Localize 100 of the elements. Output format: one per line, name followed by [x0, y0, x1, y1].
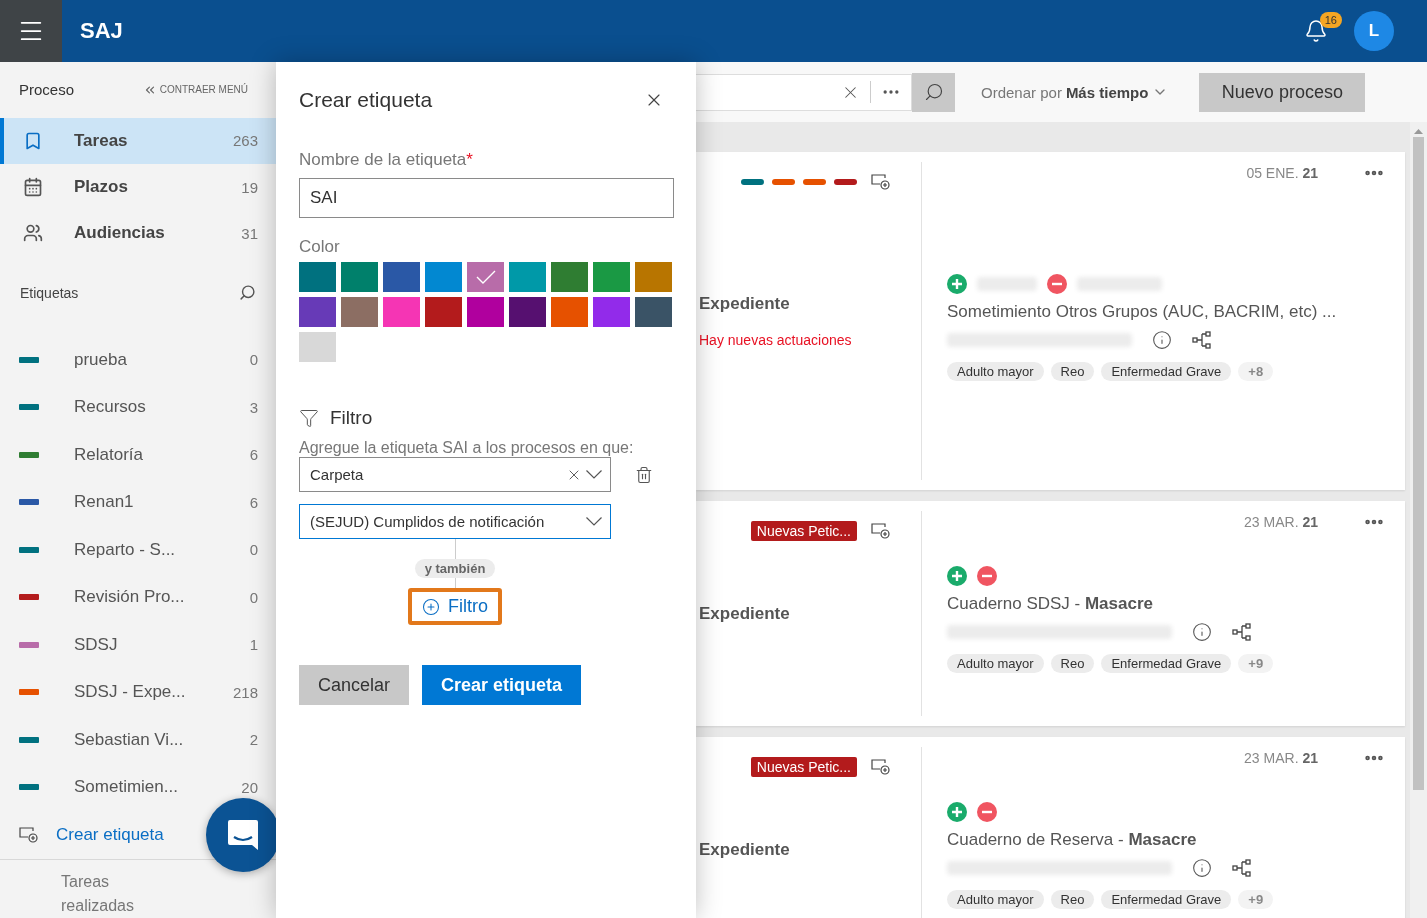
tag-add-icon[interactable] [871, 759, 891, 775]
create-label-link[interactable]: Crear etiqueta [0, 811, 164, 859]
tag-add-icon[interactable] [871, 523, 891, 539]
color-swatch[interactable] [551, 297, 588, 327]
trash-icon[interactable] [635, 465, 653, 484]
color-swatch[interactable] [509, 262, 546, 292]
label-name: prueba [74, 349, 128, 370]
nav-item[interactable]: Plazos 19 [0, 164, 276, 211]
color-swatch[interactable] [299, 332, 336, 362]
label-count: 1 [249, 636, 258, 654]
add-party-icon[interactable] [947, 273, 967, 294]
nav-count: 31 [241, 224, 258, 242]
add-filter-button[interactable]: Filtro [408, 588, 502, 625]
card-date: 23 MAR. 21 [1244, 750, 1318, 766]
cancel-button[interactable]: Cancelar [299, 665, 410, 705]
label-item[interactable]: Relatoría 6 [0, 431, 276, 479]
info-icon[interactable] [1192, 622, 1212, 642]
notification-badge: 16 [1319, 12, 1342, 28]
card-heading: Expediente [699, 839, 791, 860]
color-swatch[interactable] [299, 262, 336, 292]
label-count: 0 [249, 351, 258, 369]
tree-icon[interactable] [1192, 329, 1212, 350]
tag-add-icon[interactable] [871, 174, 891, 190]
filter-dropdown[interactable]: Carpeta [299, 457, 611, 492]
card-date: 23 MAR. 21 [1244, 514, 1318, 530]
remove-party-icon[interactable] [977, 566, 997, 586]
plus-circle-icon [422, 597, 440, 616]
chevron-down-icon [586, 517, 602, 526]
color-swatch[interactable] [551, 262, 588, 292]
label-item[interactable]: SDSJ 1 [0, 621, 276, 669]
label-count: 20 [241, 778, 258, 796]
label-count: 3 [249, 398, 258, 416]
color-swatch[interactable] [425, 262, 462, 292]
color-swatch[interactable] [593, 297, 630, 327]
tag-chip: Adulto mayor [947, 361, 1044, 381]
color-swatch[interactable] [635, 262, 672, 292]
tag-add-icon[interactable] [19, 827, 39, 843]
and-also-chip: y también [414, 559, 496, 578]
info-icon[interactable] [1152, 329, 1172, 350]
remove-party-icon[interactable] [977, 802, 997, 822]
search-icon[interactable] [239, 284, 256, 302]
color-swatch[interactable] [593, 262, 630, 292]
label-item[interactable]: Recursos 3 [0, 383, 276, 431]
search-field[interactable] [696, 73, 912, 111]
create-label-button[interactable]: Crear etiqueta [422, 665, 582, 705]
label-item[interactable]: SDSJ - Expe... 218 [0, 668, 276, 716]
tag-chip: Enfermedad Grave [1101, 361, 1232, 381]
label-name: Sebastian Vi... [74, 729, 185, 750]
tag-chip: Reo [1050, 361, 1095, 381]
label-count: 2 [249, 731, 258, 749]
tree-icon[interactable] [1232, 622, 1252, 642]
label-item[interactable]: Renan1 6 [0, 478, 276, 526]
sort-dropdown[interactable]: Ordenar por Más tiempo [975, 82, 1175, 102]
label-count: 218 [232, 683, 258, 701]
color-swatch[interactable] [635, 297, 672, 327]
card-heading: Expediente [699, 603, 791, 624]
label-name: SDSJ [74, 634, 119, 655]
color-swatch[interactable] [341, 297, 378, 327]
tree-icon[interactable] [1232, 858, 1252, 878]
chat-icon [226, 818, 260, 852]
avatar[interactable]: L [1354, 11, 1394, 51]
scrollbar[interactable] [1410, 122, 1427, 918]
people-icon [23, 223, 43, 244]
status-badge: Nuevas Petic... [750, 521, 857, 541]
info-icon[interactable] [1192, 858, 1212, 878]
color-swatch[interactable] [383, 262, 420, 292]
label-item[interactable]: Reparto - S... 0 [0, 526, 276, 574]
collapse-menu-button[interactable]: CONTRAER MENÚ [142, 82, 248, 97]
label-name: Renan1 [74, 492, 135, 513]
tag-chip: Reo [1050, 654, 1095, 673]
app-name: SAJ [80, 18, 124, 44]
nav-item[interactable]: Audiencias 31 [0, 210, 276, 257]
label-item[interactable]: Revisión Pro... 0 [0, 573, 276, 621]
color-swatch[interactable] [509, 297, 546, 327]
tag-chip: Reo [1050, 890, 1095, 909]
dialog-title: Crear etiqueta [299, 88, 433, 112]
new-process-button[interactable]: Nuevo proceso [1199, 72, 1366, 112]
color-swatch[interactable] [425, 297, 462, 327]
menu-button[interactable] [0, 0, 62, 62]
label-name: Reparto - S... [74, 539, 177, 560]
search-button[interactable] [912, 72, 955, 112]
filter-title: Filtro [330, 407, 373, 429]
tag-chip: Adulto mayor [947, 890, 1044, 909]
label-item[interactable]: prueba 0 [0, 336, 276, 384]
calendar-icon [23, 177, 43, 198]
add-party-icon[interactable] [947, 802, 967, 822]
filter-dropdown[interactable]: (SEJUD) Cumplidos de notificación [299, 504, 611, 539]
add-party-icon[interactable] [947, 566, 967, 586]
label-item[interactable]: Sebastian Vi... 2 [0, 716, 276, 764]
label-item[interactable]: Sometimien... 20 [0, 763, 276, 811]
color-swatch[interactable] [383, 297, 420, 327]
color-swatch[interactable] [299, 297, 336, 327]
color-swatch[interactable] [341, 262, 378, 292]
remove-party-icon[interactable] [1047, 273, 1067, 294]
color-swatch[interactable] [467, 262, 504, 292]
name-input-field[interactable]: SAI [299, 178, 674, 218]
nav-item[interactable]: Tareas 263 [0, 117, 276, 165]
label-name: Relatoría [74, 444, 144, 465]
tag-chip: Enfermedad Grave [1101, 654, 1232, 673]
color-swatch[interactable] [467, 297, 504, 327]
